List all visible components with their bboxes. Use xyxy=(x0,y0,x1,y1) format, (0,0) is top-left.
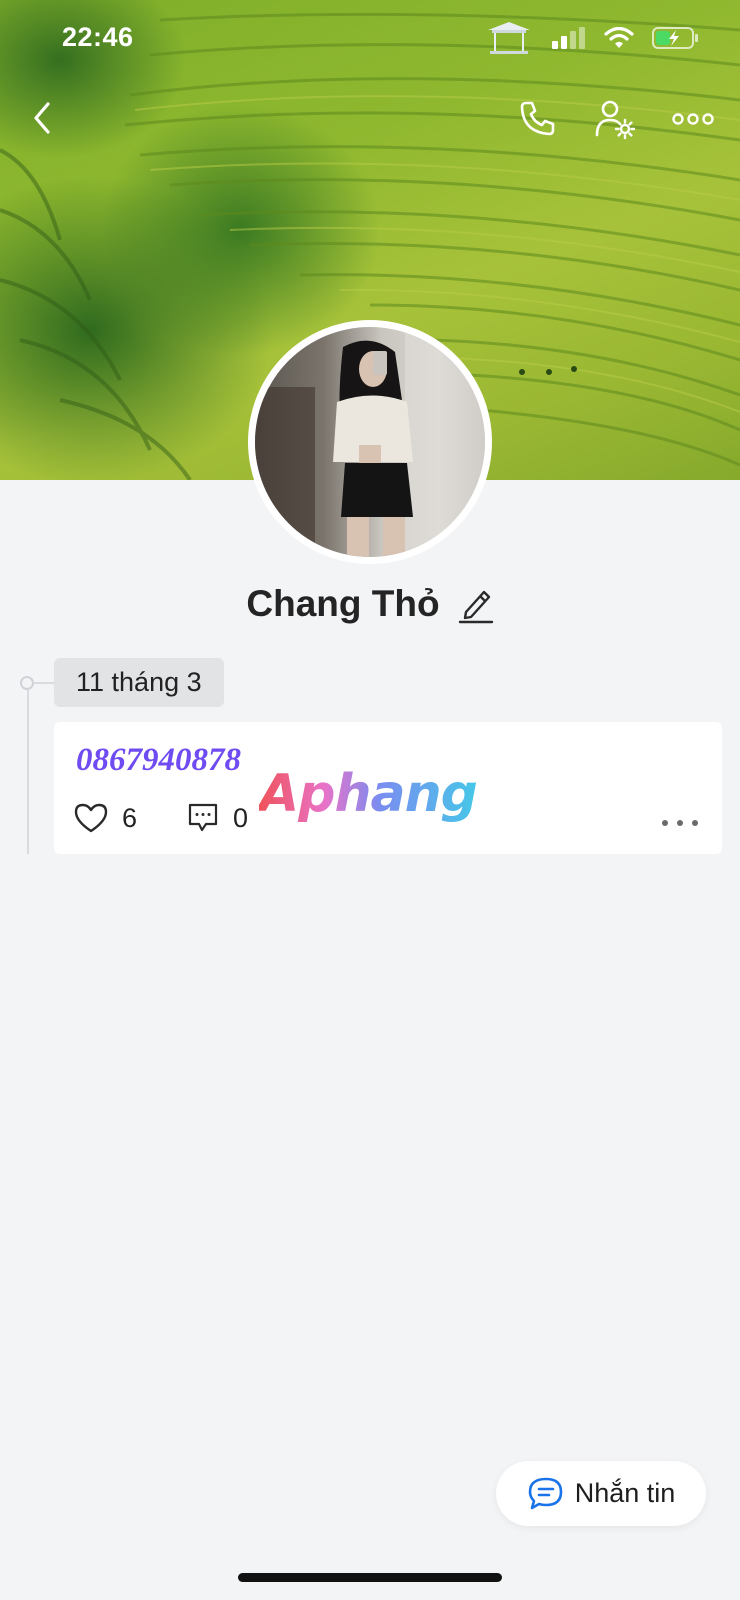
watermark-logo: Aphang xyxy=(259,764,478,824)
parasol-status-icon xyxy=(488,22,530,54)
timeline-line xyxy=(27,680,29,854)
profile-name-row: Chang Thỏ xyxy=(0,583,740,625)
home-indicator[interactable] xyxy=(238,1573,502,1582)
timeline-connector xyxy=(34,682,54,684)
profile-settings-button[interactable] xyxy=(592,96,638,142)
chevron-left-icon xyxy=(34,102,50,134)
message-button-label: Nhắn tin xyxy=(574,1478,676,1508)
pencil-icon[interactable] xyxy=(458,584,494,624)
timeline-date: 11 tháng 3 xyxy=(54,658,224,707)
avatar-photo xyxy=(255,327,485,557)
back-button[interactable] xyxy=(24,96,64,140)
chat-bubble-icon xyxy=(528,1477,563,1509)
more-options-button[interactable] xyxy=(670,96,716,142)
cellular-signal-icon xyxy=(552,27,585,49)
comment-button[interactable]: 0 xyxy=(187,802,248,834)
like-button[interactable]: 6 xyxy=(74,803,137,834)
status-icons xyxy=(484,18,700,58)
post-text[interactable]: 0867940878 xyxy=(76,742,241,779)
profile-name: Chang Thỏ xyxy=(246,583,440,624)
more-dot xyxy=(677,820,683,826)
post-actions: 6 0 xyxy=(74,802,248,834)
more-dots-icon xyxy=(672,113,714,125)
wifi-icon xyxy=(604,27,634,48)
comment-icon xyxy=(188,803,218,832)
top-nav-actions xyxy=(514,96,716,142)
call-button[interactable] xyxy=(514,96,560,142)
phone-icon xyxy=(520,101,555,136)
post-card[interactable]: 0867940878 Aphang 6 0 xyxy=(54,722,722,854)
comment-count: 0 xyxy=(233,802,249,833)
more-dot xyxy=(662,820,668,826)
timeline-dot xyxy=(20,676,34,690)
heart-icon xyxy=(74,803,108,833)
like-count: 6 xyxy=(122,802,138,833)
battery-charging-icon xyxy=(652,27,698,49)
message-button[interactable]: Nhắn tin xyxy=(496,1461,706,1526)
profile-avatar[interactable] xyxy=(248,320,492,564)
user-settings-icon xyxy=(595,100,636,140)
status-time: 22:46 xyxy=(62,22,134,52)
more-dot xyxy=(692,820,698,826)
post-more-button[interactable] xyxy=(662,814,698,832)
avatar-figure-image xyxy=(255,327,485,557)
